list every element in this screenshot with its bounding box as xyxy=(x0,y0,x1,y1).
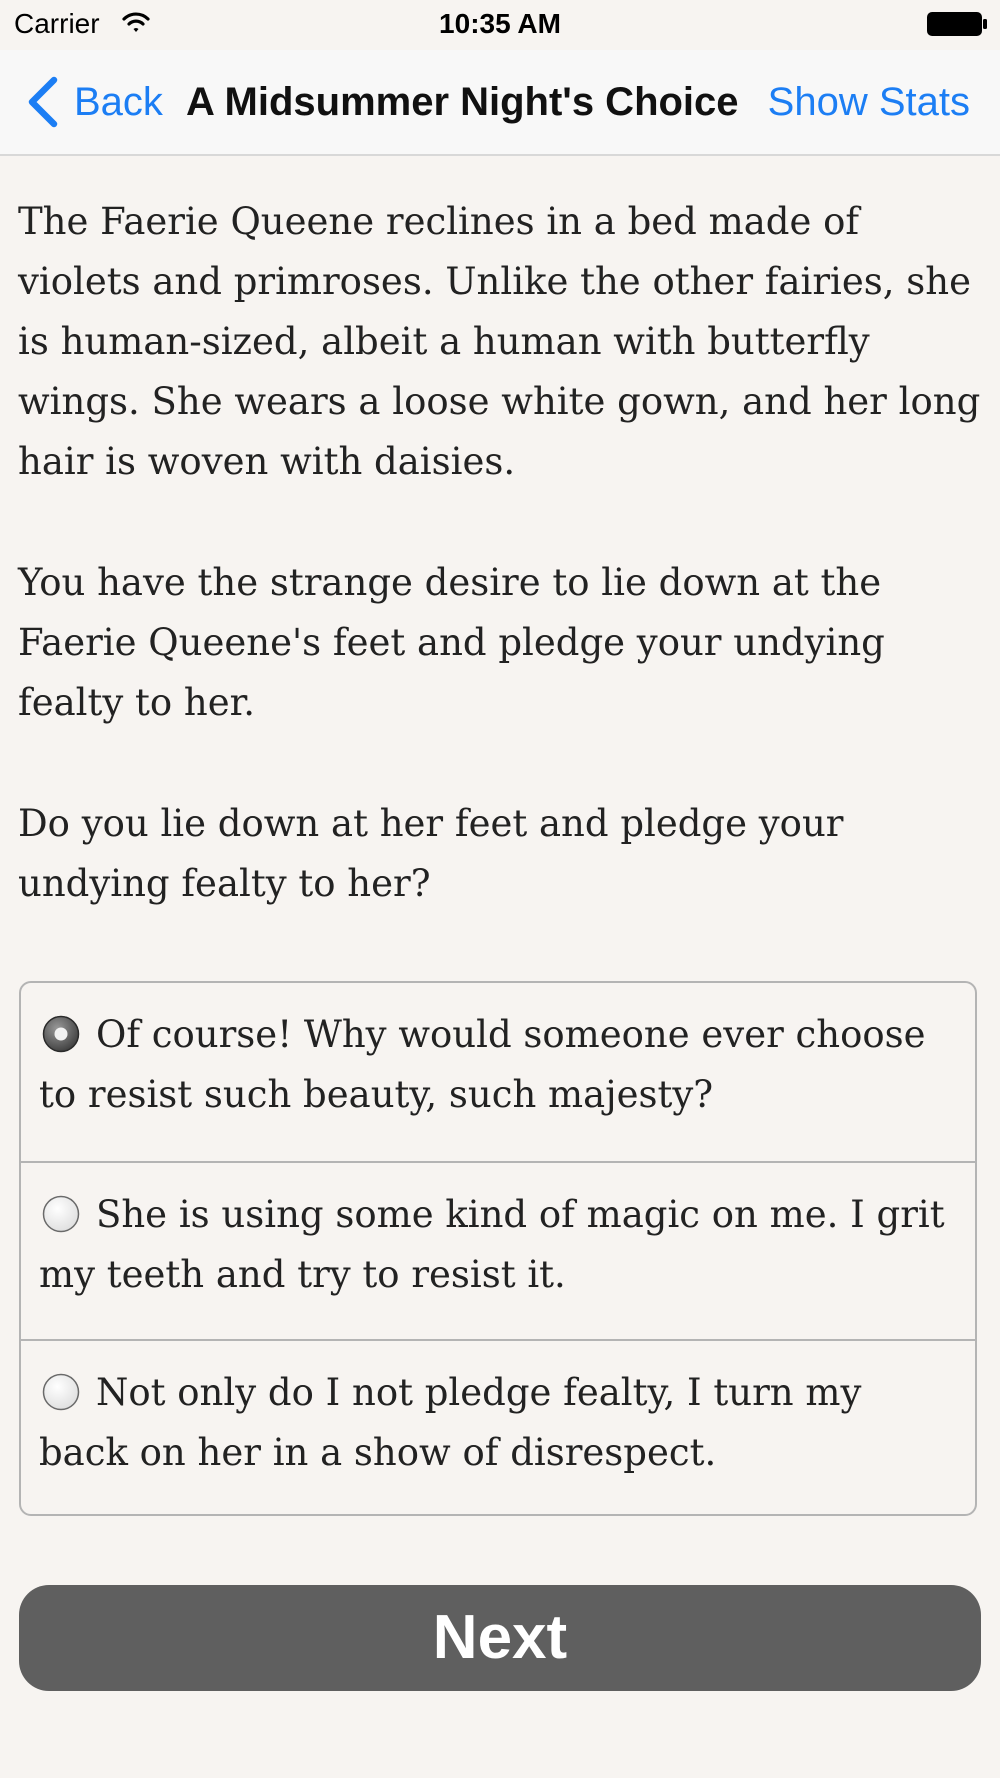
back-label: Back xyxy=(74,79,163,124)
story-text: The Faerie Queene reclines in a bed made… xyxy=(18,192,982,975)
story-question: Do you lie down at her feet and pledge y… xyxy=(18,802,844,905)
choice-option-1[interactable]: Of course! Why would someone ever choose… xyxy=(21,983,975,1161)
navigation-bar: Back A Midsummer Night's Choice Show Sta… xyxy=(0,50,1000,156)
story-paragraph: The Faerie Queene reclines in a bed made… xyxy=(18,200,981,483)
status-bar: Carrier 10:35 AM xyxy=(0,0,1000,50)
battery-icon xyxy=(927,12,987,36)
status-time: 10:35 AM xyxy=(439,8,561,39)
back-button[interactable]: Back xyxy=(26,72,163,132)
choice-label: She is using some kind of magic on me. I… xyxy=(39,1193,945,1296)
radio-unselected-icon[interactable] xyxy=(42,1373,80,1411)
choice-list: Of course! Why would someone ever choose… xyxy=(19,981,977,1516)
chevron-left-icon xyxy=(28,76,58,128)
story-paragraph: You have the strange desire to lie down … xyxy=(18,561,885,724)
next-button[interactable]: Next xyxy=(19,1585,981,1691)
radio-unselected-icon[interactable] xyxy=(42,1195,80,1233)
choice-option-2[interactable]: She is using some kind of magic on me. I… xyxy=(21,1161,975,1339)
radio-selected-icon[interactable] xyxy=(42,1015,80,1053)
page-title: A Midsummer Night's Choice xyxy=(186,80,739,124)
choice-option-3[interactable]: Not only do I not pledge fealty, I turn … xyxy=(21,1339,975,1514)
choice-label: Not only do I not pledge fealty, I turn … xyxy=(39,1371,862,1474)
choice-label: Of course! Why would someone ever choose… xyxy=(39,1013,926,1116)
show-stats-button[interactable]: Show Stats xyxy=(768,80,970,125)
